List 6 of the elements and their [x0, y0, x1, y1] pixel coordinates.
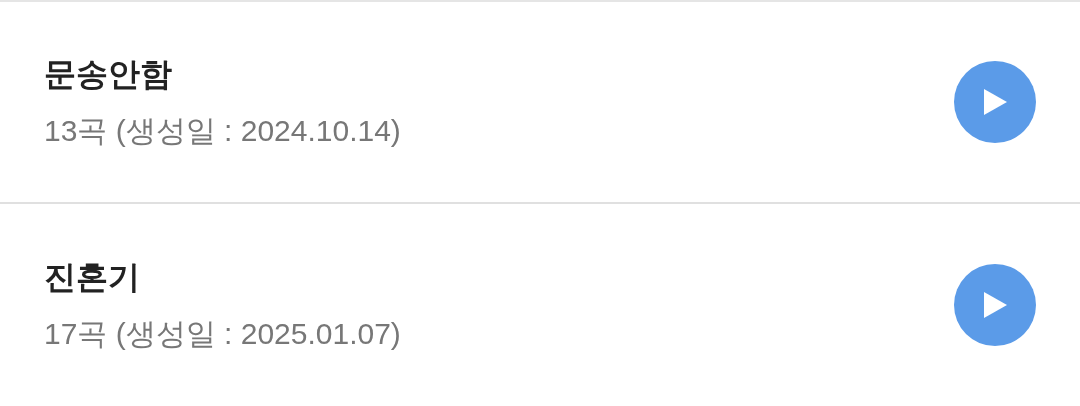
playlist-title: 문송안함	[44, 58, 173, 90]
playlist-info: 13곡 (생성일 : 2024.10.14)	[44, 116, 401, 146]
playlist-title: 진혼기	[44, 261, 141, 293]
playlist-info: 17곡 (생성일 : 2025.01.07)	[44, 319, 401, 349]
play-icon	[982, 291, 1008, 319]
play-icon	[982, 88, 1008, 116]
